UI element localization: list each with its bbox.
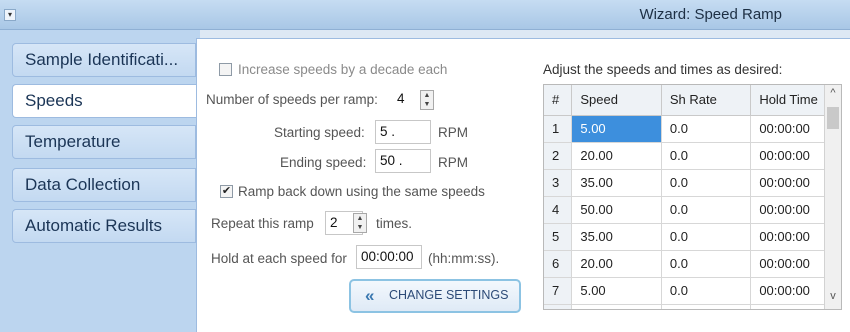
- ending-speed-unit: RPM: [438, 155, 468, 170]
- table-row[interactable]: 5 35.00 0.0 00:00:00: [544, 223, 841, 251]
- starting-speed-label: Starting speed:: [274, 125, 365, 140]
- table-row[interactable]: 1 5.00 0.0 00:00:00: [544, 115, 841, 143]
- table-row[interactable]: 3 35.00 0.0 00:00:00: [544, 169, 841, 197]
- chevron-left-double-icon: «: [365, 286, 375, 305]
- num-speeds-label: Number of speeds per ramp:: [206, 92, 378, 107]
- column-header-sh-rate[interactable]: Sh Rate: [661, 85, 752, 116]
- rampback-label: Ramp back down using the same speeds: [238, 184, 485, 199]
- decade-checkbox[interactable]: [219, 63, 232, 76]
- rampback-checkbox[interactable]: ✔: [220, 185, 233, 198]
- sh-rate-cell[interactable]: 0.0: [661, 223, 752, 251]
- starting-speed-input[interactable]: 5 .: [375, 120, 431, 144]
- ending-speed-label: Ending speed:: [280, 155, 367, 170]
- nav-item-speeds[interactable]: Speeds: [12, 84, 202, 118]
- nav-item-temperature[interactable]: Temperature: [12, 125, 196, 159]
- nav-item-sample-identification[interactable]: Sample Identificati...: [12, 43, 196, 77]
- speed-grid[interactable]: # Speed Sh Rate Hold Time 1 5.00 0.0 00:00:…: [543, 84, 842, 310]
- table-row[interactable]: 2 20.00 0.0 00:00:00: [544, 142, 841, 170]
- column-header-number[interactable]: #: [544, 85, 573, 116]
- speed-cell[interactable]: 20.00: [571, 142, 662, 170]
- wizard-nav: Sample Identificati... Speeds Temperatur…: [0, 30, 202, 332]
- repeat-label: Repeat this ramp: [211, 216, 314, 231]
- grid-scrollbar[interactable]: ^ v: [824, 85, 841, 309]
- row-number[interactable]: 2: [544, 142, 573, 170]
- speed-table: # Speed Sh Rate Hold Time 1 5.00 0.0 00:00:…: [544, 85, 841, 309]
- speed-cell[interactable]: 5.00: [571, 277, 662, 305]
- change-settings-label: CHANGE SETTINGS: [389, 288, 509, 302]
- title-bar: ▾ Wizard: Speed Ramp: [0, 0, 850, 30]
- nav-item-data-collection[interactable]: Data Collection: [12, 168, 196, 202]
- nav-item-automatic-results[interactable]: Automatic Results: [12, 209, 196, 243]
- change-settings-button[interactable]: « CHANGE SETTINGS: [349, 279, 521, 313]
- speed-cell[interactable]: 20.00: [571, 250, 662, 278]
- column-header-speed[interactable]: Speed: [571, 85, 662, 116]
- system-menu-icon[interactable]: ▾: [4, 9, 16, 21]
- row-number[interactable]: 6: [544, 250, 573, 278]
- sh-rate-cell[interactable]: 0.0: [661, 250, 752, 278]
- row-number[interactable]: 4: [544, 196, 573, 224]
- table-row[interactable]: 85.000.000:00:00: [544, 304, 841, 309]
- sh-rate-cell[interactable]: 0.0: [661, 169, 752, 197]
- speed-cell[interactable]: 50.00: [571, 196, 662, 224]
- scroll-thumb[interactable]: [827, 107, 839, 129]
- num-speeds-spin-icon[interactable]: ▲ ▼: [420, 90, 434, 110]
- row-number[interactable]: 1: [544, 115, 573, 143]
- repeat-suffix: times.: [376, 216, 413, 231]
- hold-label: Hold at each speed for: [211, 251, 347, 266]
- table-header-row: # Speed Sh Rate Hold Time: [544, 85, 841, 116]
- speed-cell[interactable]: 5.00: [571, 304, 662, 309]
- row-number[interactable]: 8: [544, 304, 573, 309]
- table-row[interactable]: 4 50.00 0.0 00:00:00: [544, 196, 841, 224]
- sh-rate-cell[interactable]: 0.0: [661, 115, 752, 143]
- sh-rate-cell[interactable]: 0.0: [661, 304, 752, 309]
- hold-suffix: (hh:mm:ss).: [428, 251, 500, 266]
- decade-label: Increase speeds by a decade each: [238, 62, 448, 77]
- speed-cell[interactable]: 5.00: [571, 115, 662, 143]
- row-number[interactable]: 7: [544, 277, 573, 305]
- scroll-up-icon[interactable]: ^: [825, 87, 841, 104]
- table-caption: Adjust the speeds and times as desired:: [543, 62, 783, 77]
- table-row[interactable]: 7 5.00 0.0 00:00:00: [544, 277, 841, 305]
- sh-rate-cell[interactable]: 0.0: [661, 277, 752, 305]
- row-number[interactable]: 3: [544, 169, 573, 197]
- scroll-down-icon[interactable]: v: [825, 290, 841, 307]
- repeat-spin-icon[interactable]: ▲ ▼: [353, 213, 367, 233]
- starting-speed-unit: RPM: [438, 125, 468, 140]
- speed-cell[interactable]: 35.00: [571, 223, 662, 251]
- ending-speed-input[interactable]: 50 .: [375, 149, 431, 173]
- table-row[interactable]: 6 20.00 0.0 00:00:00: [544, 250, 841, 278]
- window-title: Wizard: Speed Ramp: [639, 6, 782, 23]
- row-number[interactable]: 5: [544, 223, 573, 251]
- sh-rate-cell[interactable]: 0.0: [661, 142, 752, 170]
- hold-input[interactable]: 00:00:00: [356, 245, 422, 269]
- sh-rate-cell[interactable]: 0.0: [661, 196, 752, 224]
- speed-cell[interactable]: 35.00: [571, 169, 662, 197]
